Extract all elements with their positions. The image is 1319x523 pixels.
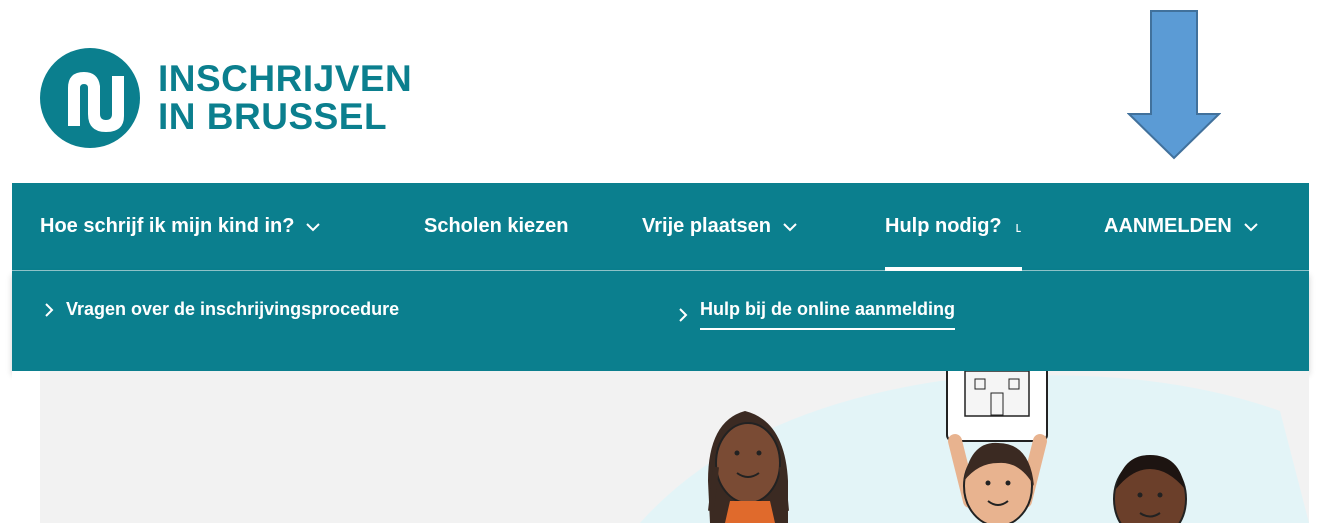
chevron-right-icon (679, 307, 688, 322)
logo-mark-icon (40, 48, 140, 148)
nav-item-label: Hulp nodig? (885, 215, 1002, 237)
annotation-arrow-down-icon (1127, 10, 1221, 160)
loading-spinner-icon: ˪ (1015, 216, 1022, 236)
logo-line-2: IN BRUSSEL (158, 96, 388, 137)
nav-item-aanmelden[interactable]: AANMELDEN (1104, 183, 1258, 270)
sub-navigation: Vragen over de inschrijvingsprocedure Hu… (12, 271, 1309, 371)
chevron-down-icon (1244, 222, 1258, 231)
nav-item-label: Hoe schrijf ik mijn kind in? (40, 215, 295, 237)
logo-text: INSCHRIJVEN IN BRUSSEL (158, 60, 412, 136)
nav-item-vrije-plaatsen[interactable]: Vrije plaatsen (642, 183, 797, 270)
subnav-item-label: Hulp bij de online aanmelding (700, 299, 956, 330)
chevron-down-icon (306, 222, 321, 231)
subnav-item-vragen-inschrijvingsprocedure[interactable]: Vragen over de inschrijvingsprocedure (44, 299, 399, 320)
hero-banner (40, 371, 1309, 523)
hero-illustration (640, 371, 1309, 523)
nav-item-label: Vrije plaatsen (642, 215, 771, 237)
site-logo[interactable]: INSCHRIJVEN IN BRUSSEL (40, 48, 412, 148)
nav-item-hoe-schrijf-ik-in[interactable]: Hoe schrijf ik mijn kind in? (40, 183, 321, 270)
chevron-down-icon (783, 222, 797, 231)
main-navigation: Hoe schrijf ik mijn kind in? Scholen kie… (12, 183, 1309, 271)
page-margin (12, 371, 40, 523)
nav-item-label: AANMELDEN (1104, 215, 1232, 237)
subnav-item-label: Vragen over de inschrijvingsprocedure (66, 299, 400, 319)
logo-line-1: INSCHRIJVEN (158, 58, 413, 99)
nav-item-label: Scholen kiezen (424, 215, 569, 237)
nav-item-hulp-nodig[interactable]: Hulp nodig? ˪ (885, 183, 1022, 271)
nav-item-scholen-kiezen[interactable]: Scholen kiezen (424, 183, 569, 270)
illustration-tablet (946, 371, 1048, 442)
chevron-right-icon (45, 302, 54, 317)
subnav-item-hulp-online-aanmelding[interactable]: Hulp bij de online aanmelding (678, 299, 956, 330)
